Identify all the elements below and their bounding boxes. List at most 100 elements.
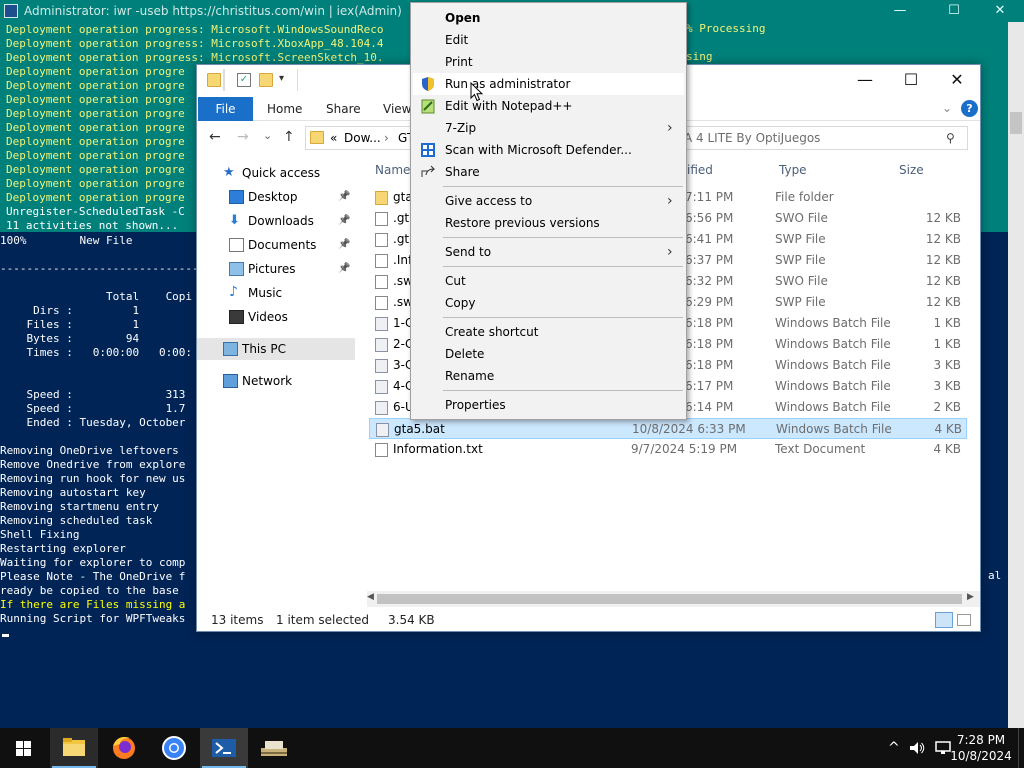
file-size: 12 KB (925, 253, 961, 267)
menu-item-properties[interactable]: Properties (413, 394, 684, 416)
menu-item-share[interactable]: Share (413, 161, 684, 183)
search-input[interactable]: A 4 LITE By OptiJuegos (684, 127, 820, 149)
tab-file[interactable]: File (198, 97, 253, 121)
clock-date: 10/8/2024 (950, 749, 1012, 763)
taskbar-chrome[interactable] (150, 728, 198, 768)
console-line: Speed : 1.7 (0, 402, 186, 415)
menu-item-restore-previous-versions[interactable]: Restore previous versions (413, 212, 684, 234)
system-clock[interactable]: 7:28 PM 10/8/2024 (945, 732, 1017, 764)
powershell-close-button[interactable]: ✕ (980, 0, 1020, 22)
console-line: Please Note - The OneDrive f (0, 570, 186, 583)
menu-item-copy[interactable]: Copy (413, 292, 684, 314)
column-header-name[interactable]: Name (375, 163, 410, 177)
address-overflow[interactable]: « (330, 127, 337, 149)
sidebar-item-quick-access[interactable]: ★ Quick access (197, 162, 355, 184)
file-row[interactable]: gta5.bat 10/8/2024 6:33 PM Windows Batch F… (369, 418, 967, 439)
file-type: File folder (775, 190, 834, 204)
customize-toolbar-icon[interactable]: ▾ (279, 73, 293, 87)
maximize-button[interactable]: ☐ (888, 65, 934, 95)
file-row[interactable]: Information.txt 9/7/2024 5:19 PM Text Docu… (369, 439, 967, 460)
show-desktop-button[interactable] (1018, 728, 1024, 768)
sidebar-item-pictures[interactable]: Pictures 📌 (197, 258, 355, 280)
column-header-date-modified[interactable]: ified (687, 163, 713, 177)
console-scrollbar[interactable] (1008, 22, 1024, 728)
menu-item-scan-with-microsoft-defender[interactable]: Scan with Microsoft Defender... (413, 139, 684, 161)
menu-item-label: Cut (445, 274, 466, 288)
menu-item-delete[interactable]: Delete (413, 343, 684, 365)
notepad-plus-icon (420, 98, 436, 114)
taskbar-scanner-app[interactable] (250, 728, 298, 768)
text-file-icon (375, 296, 388, 310)
powershell-maximize-button[interactable]: ☐ (934, 0, 974, 22)
tab-home[interactable]: Home (267, 97, 302, 121)
scroll-left-icon[interactable]: ◀ (367, 592, 374, 602)
start-button[interactable] (0, 728, 48, 768)
search-box[interactable]: A 4 LITE By OptiJuegos ⚲ (663, 126, 968, 150)
file-size: 12 KB (925, 274, 961, 288)
menu-item-edit-with-notepad[interactable]: Edit with Notepad++ (413, 95, 684, 117)
back-button[interactable]: ← (209, 129, 221, 145)
sidebar-item-documents[interactable]: Documents 📌 (197, 234, 355, 256)
search-icon[interactable]: ⚲ (946, 127, 955, 149)
console-scroll-thumb[interactable] (1010, 112, 1022, 134)
text-file-icon (375, 254, 388, 268)
volume-icon[interactable] (908, 740, 926, 756)
menu-item-edit[interactable]: Edit (413, 29, 684, 51)
documents-icon (229, 238, 244, 252)
console-line: Files : 1 (0, 318, 140, 331)
properties-icon[interactable]: ✓ (237, 73, 251, 87)
close-button[interactable]: ✕ (934, 65, 980, 95)
new-folder-icon[interactable] (259, 73, 273, 87)
menu-item-7-zip[interactable]: 7-Zip › (413, 117, 684, 139)
horizontal-scrollbar[interactable]: ◀ ▶ (367, 591, 980, 607)
recent-locations-button[interactable]: ⌄ (263, 129, 272, 142)
horizontal-scroll-thumb[interactable] (377, 594, 962, 604)
menu-item-send-to[interactable]: Send to › (413, 241, 684, 263)
selection-status: 1 item selected (276, 613, 370, 627)
taskbar-powershell[interactable] (200, 728, 248, 768)
tab-view[interactable]: View (383, 97, 411, 121)
taskbar-file-explorer[interactable] (50, 728, 98, 768)
folder-icon (310, 131, 324, 144)
progress-line: Deployment operation progre (6, 149, 185, 162)
sidebar-item-desktop[interactable]: Desktop 📌 (197, 186, 355, 208)
sidebar-item-label: Quick access (242, 166, 321, 180)
up-button[interactable]: ↑ (283, 129, 295, 145)
address-separator[interactable]: › (384, 127, 389, 149)
menu-item-run-as-administrator[interactable]: Run as administrator (413, 73, 684, 95)
minimize-button[interactable]: — (842, 65, 888, 95)
sidebar-item-this-pc[interactable]: This PC (197, 338, 355, 360)
taskbar: ^ 7:28 PM 10/8/2024 (0, 728, 1024, 768)
forward-button[interactable]: → (237, 129, 249, 145)
column-header-size[interactable]: Size (899, 163, 924, 177)
menu-item-open[interactable]: Open (413, 7, 684, 29)
help-icon[interactable]: ? (961, 100, 978, 117)
menu-item-cut[interactable]: Cut (413, 270, 684, 292)
sidebar-item-music[interactable]: ♪ Music (197, 282, 355, 304)
progress-line: Deployment operation progre (6, 121, 185, 134)
file-size: 3 KB (933, 379, 961, 393)
powershell-minimize-button[interactable]: — (880, 0, 920, 22)
scroll-right-icon[interactable]: ▶ (967, 592, 974, 602)
menu-item-give-access-to[interactable]: Give access to › (413, 190, 684, 212)
menu-item-rename[interactable]: Rename (413, 365, 684, 387)
tab-share[interactable]: Share (326, 97, 361, 121)
sidebar-item-label: Desktop (248, 190, 298, 204)
music-icon: ♪ (229, 284, 238, 300)
batch-file-icon (375, 401, 388, 415)
show-hidden-icons-button[interactable]: ^ (888, 740, 900, 756)
sidebar-item-network[interactable]: Network (197, 370, 355, 392)
details-view-icon[interactable] (935, 612, 953, 628)
console-line: Running Script for WPFTweaks (0, 612, 186, 625)
sidebar-item-videos[interactable]: Videos (197, 306, 355, 328)
menu-item-print[interactable]: Print (413, 51, 684, 73)
address-segment[interactable]: Dow... (344, 127, 381, 149)
download-icon: ⬇ (229, 213, 240, 228)
taskbar-firefox[interactable] (100, 728, 148, 768)
menu-separator (443, 237, 683, 238)
expand-ribbon-icon[interactable]: ⌄ (942, 101, 952, 115)
large-icons-view-icon[interactable] (957, 614, 971, 626)
sidebar-item-downloads[interactable]: ⬇ Downloads 📌 (197, 210, 355, 232)
menu-item-create-shortcut[interactable]: Create shortcut (413, 321, 684, 343)
column-header-type[interactable]: Type (779, 163, 807, 177)
